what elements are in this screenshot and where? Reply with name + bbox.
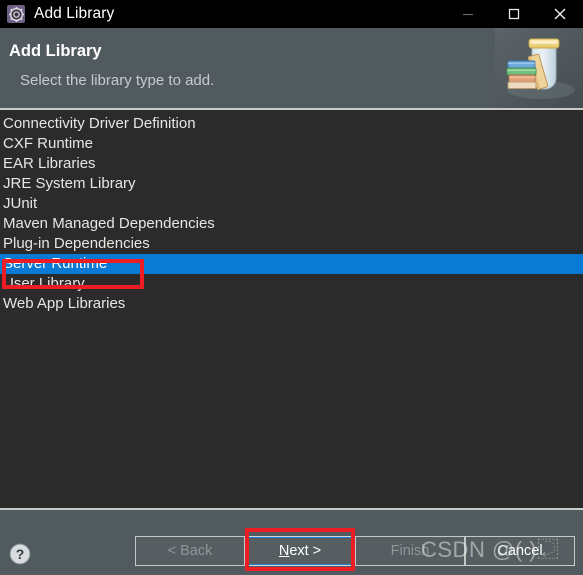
book-jar-illustration xyxy=(495,28,583,108)
library-gear-icon xyxy=(7,5,25,23)
list-item[interactable]: JUnit xyxy=(0,194,583,214)
cancel-button[interactable]: Cancel xyxy=(465,536,575,566)
back-button[interactable]: < Back xyxy=(135,536,245,566)
close-icon[interactable] xyxy=(537,0,583,28)
page-subtitle: Select the library type to add. xyxy=(20,72,215,89)
library-type-list-inner: Connectivity Driver Definition CXF Runti… xyxy=(0,110,583,314)
list-item[interactable]: Maven Managed Dependencies xyxy=(0,214,583,234)
wizard-header: Add Library Select the library type to a… xyxy=(0,28,583,110)
next-button[interactable]: Next > xyxy=(245,536,355,566)
next-button-label: ext > xyxy=(289,543,322,559)
list-item[interactable]: Plug-in Dependencies xyxy=(0,234,583,254)
page-title: Add Library xyxy=(9,42,102,60)
add-library-dialog: Add Library Add Library Select the libra… xyxy=(0,0,583,575)
list-item[interactable]: JRE System Library xyxy=(0,174,583,194)
title-bar: Add Library xyxy=(0,0,583,28)
finish-button[interactable]: Finish xyxy=(355,536,465,566)
list-item-selected[interactable]: Server Runtime xyxy=(0,254,583,274)
window-title: Add Library xyxy=(34,5,115,22)
library-type-list[interactable]: Connectivity Driver Definition CXF Runti… xyxy=(0,110,583,510)
minimize-icon[interactable] xyxy=(445,0,491,28)
help-question-icon[interactable]: ? xyxy=(9,543,31,565)
window-controls xyxy=(445,0,583,28)
list-item[interactable]: CXF Runtime xyxy=(0,134,583,154)
list-item[interactable]: EAR Libraries xyxy=(0,154,583,174)
list-item[interactable]: Connectivity Driver Definition xyxy=(0,114,583,134)
list-item[interactable]: User Library xyxy=(0,274,583,294)
list-item[interactable]: Web App Libraries xyxy=(0,294,583,314)
maximize-icon[interactable] xyxy=(491,0,537,28)
next-button-mnemonic: N xyxy=(278,543,290,559)
svg-text:?: ? xyxy=(16,546,25,562)
